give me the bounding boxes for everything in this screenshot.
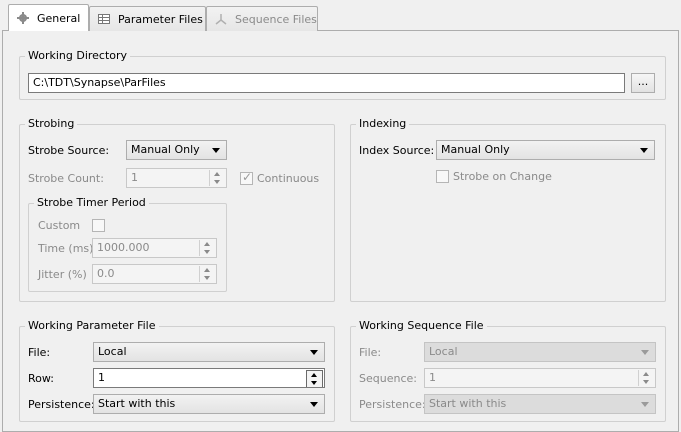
working-directory-input[interactable]: C:\TDT\Synapse\ParFiles	[28, 73, 625, 93]
seq-persistence-select[interactable]: Start with this	[424, 394, 656, 414]
param-file-label: File:	[28, 346, 51, 359]
strobe-source-select[interactable]: Manual Only	[126, 140, 227, 160]
param-persistence-value: Start with this	[98, 397, 176, 410]
seq-file-select[interactable]: Local	[424, 342, 656, 362]
param-persistence-label: Persistence:	[28, 398, 95, 411]
row-label: Row:	[28, 372, 54, 385]
continuous-label: Continuous	[257, 172, 320, 185]
index-source-value: Manual Only	[441, 143, 510, 156]
chevron-down-icon	[310, 350, 318, 355]
param-file-select[interactable]: Local	[93, 342, 325, 362]
strobe-source-value: Manual Only	[131, 143, 200, 156]
row-stepper[interactable]: 1	[93, 368, 325, 388]
row-value: 1	[98, 371, 105, 384]
custom-label: Custom	[38, 219, 81, 232]
seq-file-label: File:	[359, 346, 382, 359]
chevron-down-icon	[212, 148, 220, 153]
sequence-icon	[215, 13, 227, 25]
strobe-on-change-checkbox[interactable]	[436, 170, 449, 183]
working-parameter-file-title: Working Parameter File	[25, 319, 159, 333]
param-persistence-select[interactable]: Start with this	[93, 394, 325, 414]
strobe-count-label: Strobe Count:	[28, 172, 104, 185]
chevron-down-icon	[641, 402, 649, 407]
strobing-title: Strobing	[25, 117, 78, 131]
jitter-value: 0.0	[97, 267, 115, 280]
sequence-label: Sequence:	[359, 372, 417, 385]
tab-general-label: General	[37, 11, 81, 25]
time-ms-spin-icon	[199, 240, 215, 256]
tab-sequence-files[interactable]: Sequence Files	[206, 6, 318, 31]
row-spin-icon[interactable]	[306, 370, 323, 387]
chevron-down-icon	[641, 350, 649, 355]
strobe-count-stepper[interactable]: 1	[126, 168, 227, 188]
working-sequence-file-title: Working Sequence File	[356, 319, 487, 333]
chevron-down-icon	[640, 148, 648, 153]
tab-parameter-files[interactable]: Parameter Files	[89, 6, 206, 31]
tab-sequence-files-label: Sequence Files	[235, 12, 317, 26]
jitter-spin-icon	[199, 266, 215, 282]
strobe-count-value: 1	[131, 171, 138, 184]
indexing-title: Indexing	[356, 117, 410, 131]
gear-icon	[17, 12, 29, 24]
time-ms-stepper[interactable]: 1000.000	[92, 238, 217, 258]
strobe-on-change-label: Strobe on Change	[453, 170, 552, 183]
browse-button[interactable]: ...	[631, 73, 655, 93]
strobe-source-label: Strobe Source:	[28, 144, 110, 157]
custom-checkbox[interactable]	[92, 219, 105, 232]
jitter-stepper[interactable]: 0.0	[92, 264, 217, 284]
time-ms-label: Time (ms)	[38, 242, 94, 255]
seq-persistence-label: Persistence:	[359, 398, 426, 411]
table-icon	[98, 13, 110, 25]
sequence-value: 1	[429, 371, 436, 384]
chevron-down-icon	[310, 402, 318, 407]
param-file-value: Local	[98, 345, 127, 358]
index-source-select[interactable]: Manual Only	[436, 140, 655, 160]
time-ms-value: 1000.000	[97, 241, 150, 254]
continuous-checkbox[interactable]: ✓	[240, 170, 253, 185]
sequence-stepper[interactable]: 1	[424, 368, 656, 388]
working-directory-title: Working Directory	[25, 49, 131, 63]
sequence-spin-icon	[638, 370, 654, 386]
strobe-count-spin-icon	[209, 170, 225, 186]
seq-persistence-value: Start with this	[429, 397, 507, 410]
tab-general[interactable]: General	[8, 4, 89, 31]
checkmark-icon: ✓	[242, 170, 253, 184]
seq-file-value: Local	[429, 345, 458, 358]
jitter-label: Jitter (%)	[38, 268, 87, 281]
strobe-timer-period-title: Strobe Timer Period	[34, 196, 149, 210]
tab-parameter-files-label: Parameter Files	[118, 12, 203, 26]
index-source-label: Index Source:	[359, 144, 435, 157]
